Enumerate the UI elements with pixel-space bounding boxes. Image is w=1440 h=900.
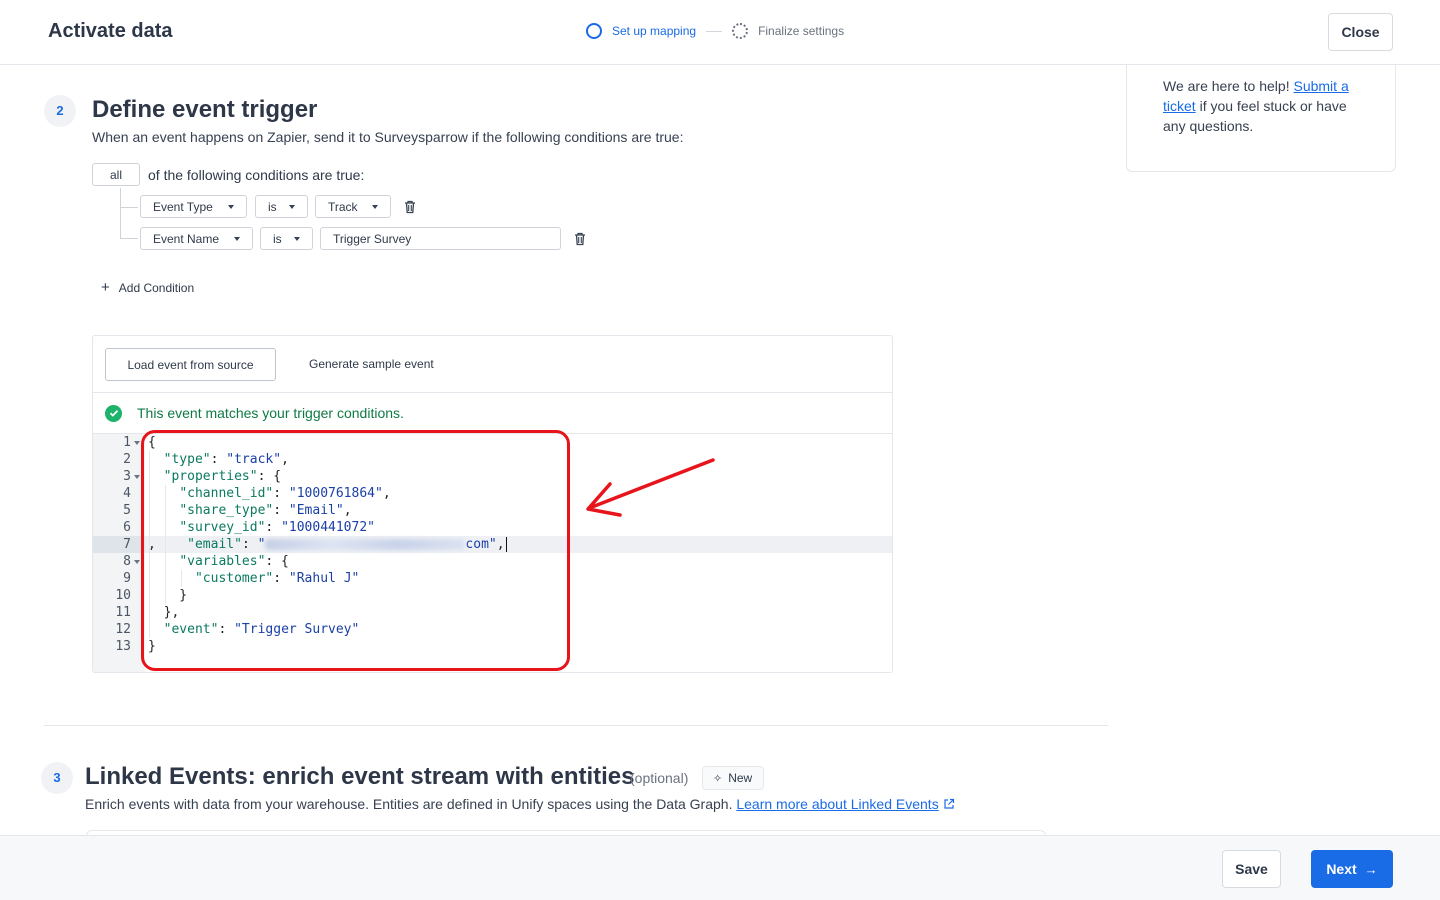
load-event-button[interactable]: Load event from source — [105, 348, 276, 381]
line-number: 12 — [115, 622, 131, 637]
event-panel-tabs: Load event from source Generate sample e… — [93, 336, 892, 393]
top-bar: Activate data Set up mapping Finalize se… — [0, 0, 1440, 65]
condition-value-select[interactable]: Track — [315, 195, 391, 218]
line-number: 2 — [123, 452, 131, 467]
line-number: 1 — [123, 435, 131, 450]
step-current-icon — [586, 23, 602, 39]
trash-icon[interactable] — [403, 200, 417, 214]
condition-tree-line — [120, 188, 121, 238]
linked-description: Enrich events with data from your wareho… — [85, 796, 737, 812]
section-divider — [44, 725, 1108, 726]
trash-icon[interactable] — [573, 232, 587, 246]
check-circle-icon — [105, 404, 122, 422]
section-title: Define event trigger — [92, 96, 318, 123]
line-number: 5 — [123, 503, 131, 518]
save-button[interactable]: Save — [1222, 850, 1281, 888]
next-label: Next — [1326, 861, 1357, 877]
chevron-down-icon — [228, 204, 234, 209]
step-pending-icon — [732, 23, 749, 39]
chevron-down-icon — [372, 204, 378, 209]
line-number: 9 — [123, 571, 131, 586]
external-link-icon[interactable] — [943, 798, 955, 810]
step-separator — [706, 30, 723, 32]
add-condition-label: Add Condition — [118, 280, 195, 295]
fold-caret-icon[interactable] — [134, 475, 140, 479]
arrow-right-icon: → — [1364, 861, 1378, 877]
annotation-highlight-box — [141, 430, 570, 671]
badge-label: New — [728, 771, 753, 785]
condition-value-input[interactable]: Trigger Survey — [320, 227, 561, 250]
match-mode-select[interactable]: all — [92, 163, 140, 186]
section-title: Linked Events: enrich event stream with … — [85, 763, 635, 790]
learn-more-link[interactable]: Learn more about Linked Events — [736, 796, 938, 812]
help-text: We are here to help! — [1163, 78, 1294, 94]
condition-operator-select[interactable]: is — [255, 195, 308, 218]
condition-field-value: Event Name — [153, 231, 220, 246]
fold-caret-icon[interactable] — [134, 441, 140, 445]
line-number: 3 — [123, 469, 131, 484]
chevron-down-icon — [289, 204, 295, 209]
section-description: Enrich events with data from your wareho… — [85, 796, 955, 812]
condition-operator-value: is — [273, 231, 282, 246]
line-number: 11 — [115, 605, 131, 620]
condition-operator-value: is — [268, 199, 277, 214]
condition-value: Track — [328, 199, 358, 214]
line-number: 10 — [115, 588, 131, 603]
line-number: 7 — [123, 537, 131, 552]
condition-operator-select[interactable]: is — [260, 227, 313, 250]
match-mode-suffix: of the following conditions are true: — [148, 167, 365, 183]
help-panel: We are here to help! Submit a ticket if … — [1126, 64, 1396, 172]
fold-caret-icon[interactable] — [134, 560, 140, 564]
step-finalize-settings[interactable]: Finalize settings — [758, 24, 844, 38]
annotation-arrow-icon — [586, 458, 715, 517]
optional-label: (optional) — [630, 770, 689, 786]
plus-icon: + — [101, 279, 110, 296]
step-number-badge: 2 — [44, 95, 76, 127]
generate-sample-event-button[interactable]: Generate sample event — [299, 348, 444, 381]
condition-field-select[interactable]: Event Name — [140, 227, 253, 250]
add-condition-button[interactable]: + Add Condition — [101, 279, 194, 296]
condition-tree-branch — [120, 238, 138, 239]
condition-field-select[interactable]: Event Type — [140, 195, 247, 218]
step-number-badge: 3 — [41, 762, 73, 794]
line-number: 8 — [123, 554, 131, 569]
match-status: This event matches your trigger conditio… — [93, 393, 892, 434]
footer-bar: Save Next → — [0, 835, 1440, 900]
chevron-down-icon — [234, 236, 240, 241]
condition-field-value: Event Type — [153, 199, 213, 214]
sparkle-icon: ✧ — [713, 772, 723, 785]
new-badge: ✧ New — [702, 766, 764, 790]
chevron-down-icon — [294, 236, 300, 241]
line-number: 13 — [115, 639, 131, 654]
next-button[interactable]: Next → — [1311, 850, 1393, 888]
page-title: Activate data — [48, 20, 173, 42]
line-number: 6 — [123, 520, 131, 535]
step-set-up-mapping[interactable]: Set up mapping — [612, 24, 696, 38]
section-description: When an event happens on Zapier, send it… — [92, 129, 684, 145]
line-number: 4 — [123, 486, 131, 501]
match-message: This event matches your trigger conditio… — [137, 405, 404, 421]
condition-tree-branch — [120, 207, 138, 208]
stepper: Set up mapping Finalize settings — [586, 23, 844, 39]
close-button[interactable]: Close — [1328, 13, 1393, 51]
condition-value: Trigger Survey — [333, 231, 412, 246]
